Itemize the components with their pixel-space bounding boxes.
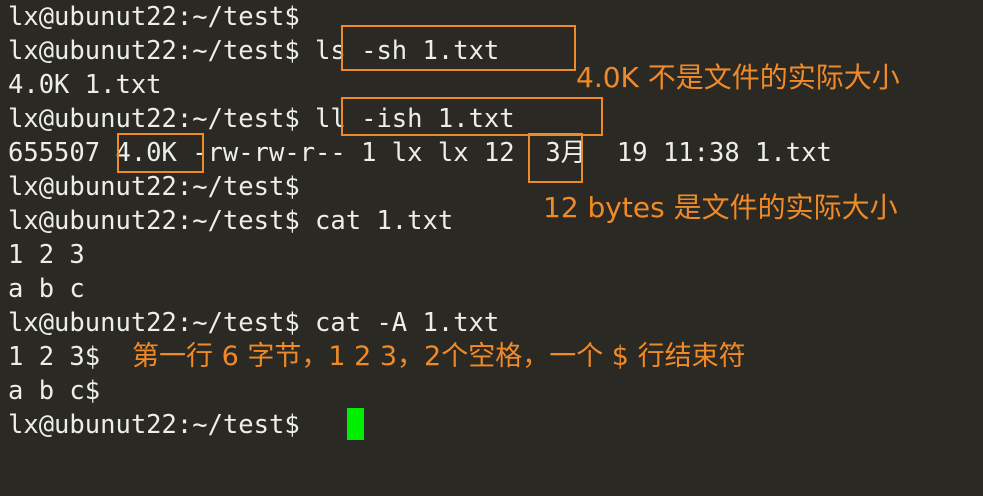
terminal-prompt-line: lx@ubunut22:~/test$ xyxy=(8,410,316,440)
highlight-box-block-size xyxy=(117,133,204,173)
highlight-box-ll-command xyxy=(341,97,603,136)
annotation-bytes-note: 12 bytes 是文件的实际大小 xyxy=(543,191,898,224)
terminal-line: 1 2 3$ xyxy=(8,342,101,372)
highlight-box-ls-command xyxy=(341,25,576,71)
terminal-line: a b c xyxy=(8,274,85,304)
terminal-line: lx@ubunut22:~/test$ xyxy=(8,172,300,202)
annotation-size-note: 4.0K 不是文件的实际大小 xyxy=(576,61,900,94)
terminal-line: a b c$ xyxy=(8,376,101,406)
terminal-cursor xyxy=(347,408,364,440)
terminal-line: 4.0K 1.txt xyxy=(8,70,162,100)
terminal-line: 1 2 3 xyxy=(8,240,85,270)
terminal-line: lx@ubunut22:~/test$ cat 1.txt xyxy=(8,206,454,236)
highlight-box-byte-size xyxy=(528,133,583,183)
annotation-line-note: 第一行 6 字节，1 2 3，2个空格，一个 $ 行结束符 xyxy=(132,341,746,372)
terminal-window[interactable]: lx@ubunut22:~/test$ lx@ubunut22:~/test$ … xyxy=(0,0,983,496)
terminal-line: lx@ubunut22:~/test$ xyxy=(8,2,300,32)
terminal-line: lx@ubunut22:~/test$ cat -A 1.txt xyxy=(8,308,500,338)
